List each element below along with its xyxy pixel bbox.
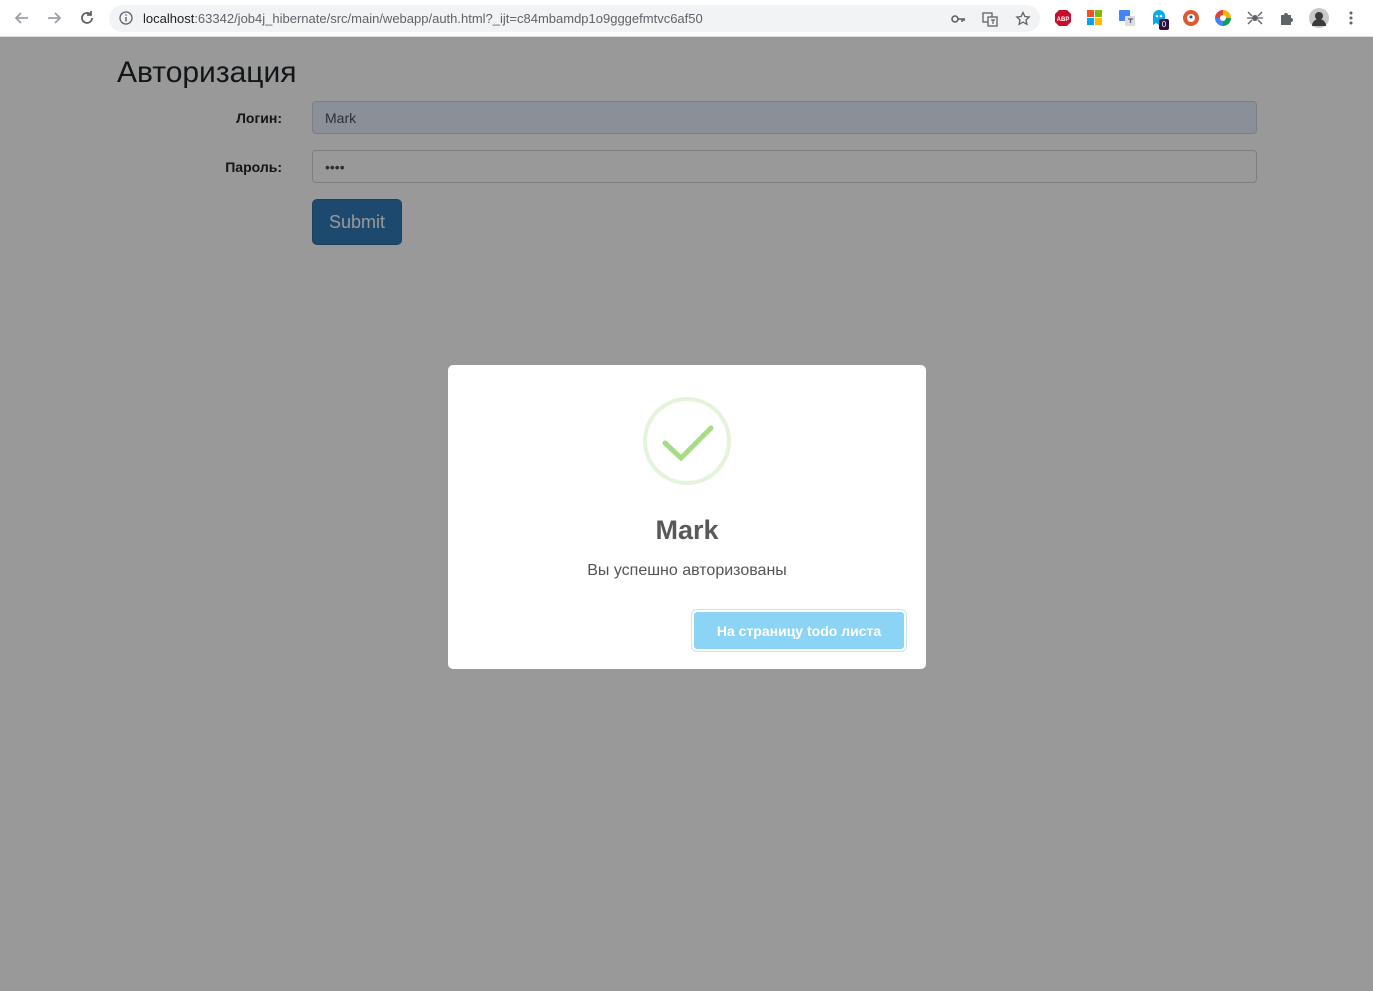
- browser-toolbar: localhost:63342/job4j_hibernate/src/main…: [0, 0, 1373, 37]
- modal-title: Mark: [655, 515, 719, 545]
- star-icon[interactable]: [1014, 10, 1032, 28]
- google-translate-icon[interactable]: [1118, 9, 1136, 27]
- color-wheel-extension-icon[interactable]: [1214, 9, 1232, 27]
- todo-list-button[interactable]: На страницу todo листа: [691, 609, 907, 652]
- spider-extension-icon[interactable]: [1246, 9, 1264, 27]
- back-icon[interactable]: [10, 6, 34, 30]
- menu-dots-icon[interactable]: [1342, 9, 1360, 27]
- forward-icon[interactable]: [42, 6, 66, 30]
- avatar[interactable]: [1309, 8, 1329, 28]
- success-checkmark-icon: [643, 397, 731, 485]
- info-icon[interactable]: [119, 11, 133, 25]
- url-host: localhost: [143, 11, 195, 26]
- puzzle-icon[interactable]: [1278, 9, 1296, 27]
- success-modal: Mark Вы успешно авторизованы На страницу…: [448, 365, 926, 669]
- microsoft-extension-icon[interactable]: [1086, 9, 1104, 27]
- key-icon[interactable]: [949, 10, 967, 28]
- ghost-extension-icon[interactable]: 0: [1150, 9, 1169, 30]
- address-bar[interactable]: localhost:63342/job4j_hibernate/src/main…: [109, 5, 1040, 32]
- extension-badge: 0: [1159, 19, 1169, 30]
- reload-icon[interactable]: [75, 6, 99, 30]
- duckduckgo-icon[interactable]: [1182, 9, 1200, 27]
- adblock-plus-icon[interactable]: ABP: [1054, 9, 1072, 27]
- adblock-label: ABP: [1057, 17, 1070, 23]
- modal-message: Вы успешно авторизованы: [587, 562, 787, 579]
- url-text[interactable]: localhost:63342/job4j_hibernate/src/main…: [143, 11, 703, 26]
- translate-icon[interactable]: [981, 10, 999, 28]
- url-path: :63342/job4j_hibernate/src/main/webapp/a…: [194, 11, 703, 26]
